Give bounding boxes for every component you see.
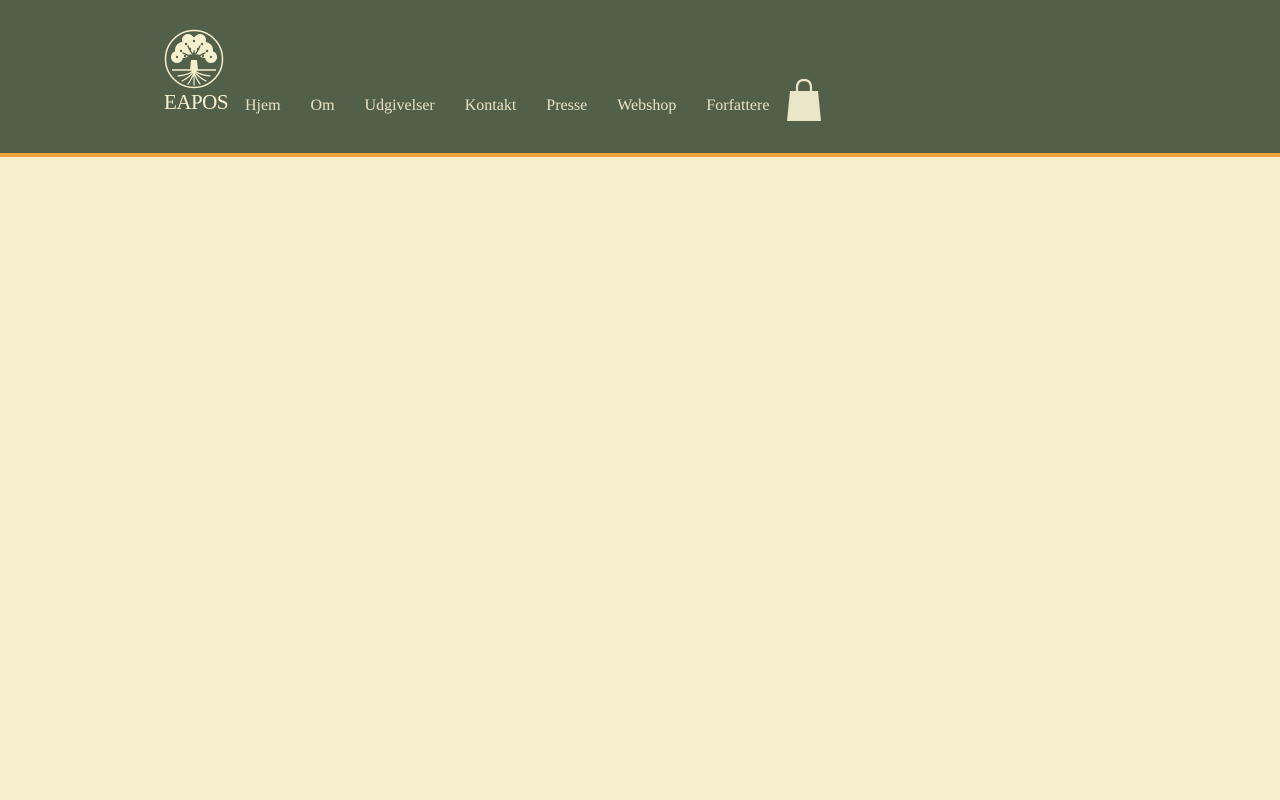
nav-item-om[interactable]: Om — [296, 92, 350, 120]
nav-item-hjem[interactable]: Hjem — [230, 92, 296, 120]
nav-item-forfattere[interactable]: Forfattere — [691, 92, 784, 120]
cart-button[interactable] — [786, 78, 822, 122]
shopping-bag-icon — [787, 78, 821, 121]
site-header: EAPOS Hjem Om Udgivelser Kontakt Presse … — [0, 0, 1280, 153]
site-logo[interactable]: EAPOS — [163, 28, 229, 114]
brand-name: EAPOS — [164, 90, 229, 114]
tree-of-life-icon — [164, 29, 224, 89]
main-navigation: Hjem Om Udgivelser Kontakt Presse Websho… — [230, 92, 784, 120]
main-content — [0, 157, 1280, 800]
nav-item-presse[interactable]: Presse — [531, 92, 602, 120]
nav-item-webshop[interactable]: Webshop — [602, 92, 691, 120]
nav-item-kontakt[interactable]: Kontakt — [450, 92, 532, 120]
nav-item-udgivelser[interactable]: Udgivelser — [350, 92, 450, 120]
